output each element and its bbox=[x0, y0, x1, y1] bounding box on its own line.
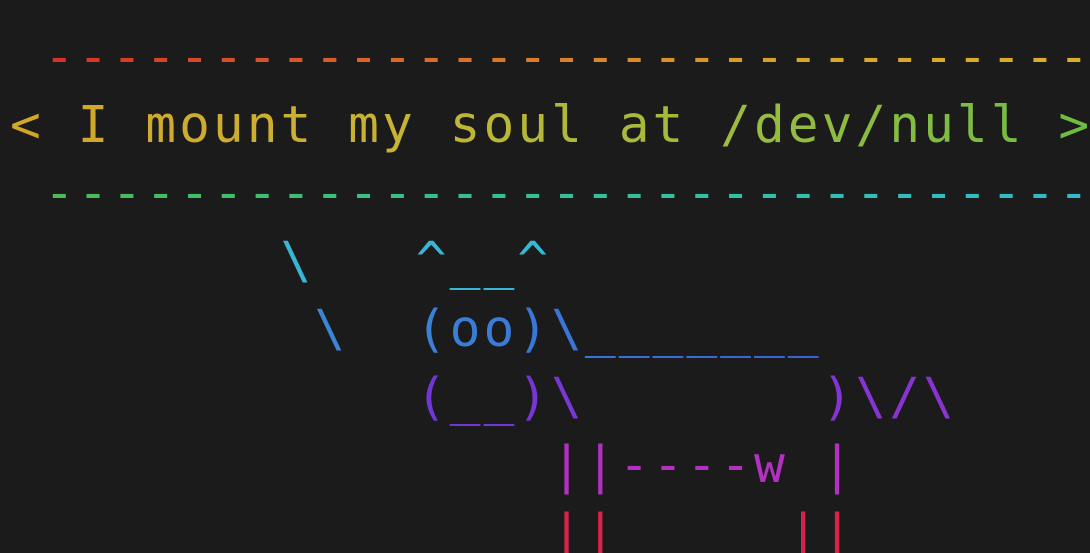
cow-body-text: ||----w | bbox=[10, 435, 856, 495]
cow-face-line: \ (oo)\_______ bbox=[10, 295, 1090, 363]
cow-mouth-text: (__)\ )\/\ bbox=[10, 367, 957, 427]
cow-message-text: < I mount my soul at /dev/null > bbox=[10, 95, 1090, 155]
cow-legs-text: || || bbox=[10, 503, 856, 553]
speech-bubble-bottom-border: ---------------------------------- bbox=[10, 159, 1090, 227]
terminal-window: ---------------------------------- < I m… bbox=[0, 0, 1090, 553]
cow-legs-line: || || bbox=[10, 499, 1090, 553]
speech-bubble-bottom-text: ---------------------------------- bbox=[10, 163, 1090, 223]
cowsay-output: ---------------------------------- < I m… bbox=[10, 23, 1090, 553]
cow-mouth-line: (__)\ )\/\ bbox=[10, 363, 1090, 431]
cow-face-text: \ (oo)\_______ bbox=[10, 299, 822, 359]
cow-body-line: ||----w | bbox=[10, 431, 1090, 499]
cow-ears-line: \ ^__^ bbox=[10, 227, 1090, 295]
speech-bubble-top-text: ---------------------------------- bbox=[10, 27, 1090, 87]
cow-ears-text: \ ^__^ bbox=[10, 231, 552, 291]
speech-bubble-top-border: ---------------------------------- bbox=[10, 23, 1090, 91]
speech-bubble-message: < I mount my soul at /dev/null > bbox=[10, 91, 1090, 159]
